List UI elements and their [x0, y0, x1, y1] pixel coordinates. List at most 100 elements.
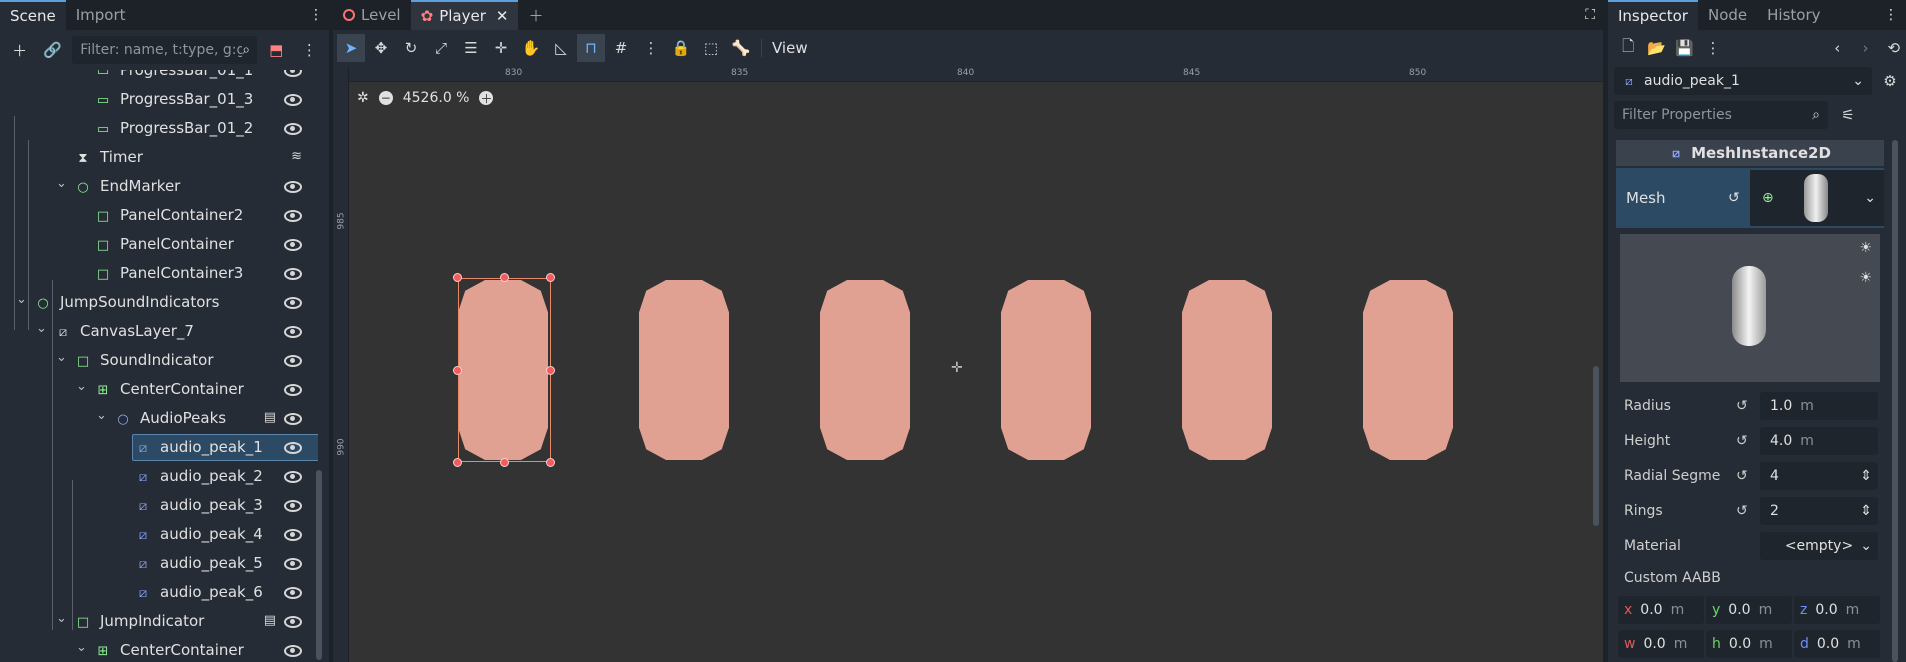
tree-item[interactable]: ▭ ProgressBar_01_2 [0, 114, 318, 143]
radial-segments-field[interactable]: 4 ⇕ [1760, 462, 1878, 490]
visibility-eye-icon[interactable] [284, 644, 302, 657]
tree-item[interactable]: ⧄ audio_peak_6 [0, 578, 318, 607]
dock-menu-icon[interactable]: ⋮ [1876, 0, 1906, 30]
tree-item[interactable]: □ PanelContainer [0, 230, 318, 259]
spinner-icon[interactable]: ⇕ [1860, 503, 1872, 519]
visibility-eye-icon[interactable] [284, 557, 302, 570]
script-icon[interactable]: ▤ [264, 410, 276, 425]
center-view-icon[interactable]: ✲ [357, 90, 369, 106]
visibility-eye-icon[interactable] [284, 267, 302, 280]
visibility-eye-icon[interactable] [284, 93, 302, 106]
open-resource-icon[interactable]: 📂 [1644, 34, 1668, 62]
selection-handle[interactable] [453, 273, 462, 282]
rings-field[interactable]: 2 ⇕ [1760, 497, 1878, 525]
revert-icon[interactable]: ↺ [1736, 468, 1748, 484]
selection-handle[interactable] [500, 273, 509, 282]
inspector-scrollbar[interactable] [1892, 140, 1898, 662]
visibility-eye-icon[interactable] [284, 470, 302, 483]
rotate-tool-icon[interactable]: ↻ [397, 34, 425, 62]
tab-player[interactable]: ✿ Player ✕ [410, 0, 519, 30]
tree-item[interactable]: □ PanelContainer3 [0, 259, 318, 288]
revert-icon[interactable]: ↺ [1728, 190, 1740, 206]
tree-item[interactable]: ⧄ audio_peak_5 [0, 549, 318, 578]
light-toggle-icon[interactable]: ☀ [1859, 240, 1872, 256]
distraction-free-icon[interactable]: ⛶ [1585, 0, 1603, 30]
tree-scrollbar[interactable] [316, 470, 322, 660]
audio-peak-shape-5[interactable] [1182, 280, 1272, 460]
filter-properties-input[interactable]: Filter Properties ⌕ [1614, 101, 1828, 129]
expand-chevron-icon[interactable]: ⌄ [76, 640, 87, 655]
resource-menu-icon[interactable]: ⋮ [1701, 34, 1725, 62]
audio-peak-shape-4[interactable] [1001, 280, 1091, 460]
radius-field[interactable]: 1.0 m [1760, 392, 1878, 420]
history-forward-icon[interactable]: › [1853, 34, 1877, 62]
aabb-z-field[interactable]: z 0.0 m [1794, 596, 1880, 624]
script-add-icon[interactable]: ⬒ [263, 36, 290, 64]
audio-peak-shape-2[interactable] [639, 280, 729, 460]
ruler-tool-icon[interactable]: ◺ [547, 34, 575, 62]
history-back-icon[interactable]: ‹ [1825, 34, 1849, 62]
grid-snap-icon[interactable]: # [607, 34, 635, 62]
signal-icon[interactable]: ≋ [291, 149, 302, 164]
spinner-icon[interactable]: ⇕ [1860, 468, 1872, 484]
scene-filter-input[interactable]: Filter: name, t:type, g:gr ⌕ [72, 36, 257, 64]
tree-item[interactable]: ⌄ □ SoundIndicator [0, 346, 318, 375]
list-select-icon[interactable]: ☰ [457, 34, 485, 62]
scene-menu-icon[interactable]: ⋮ [296, 36, 323, 64]
visibility-eye-icon[interactable] [284, 238, 302, 251]
visibility-eye-icon[interactable] [284, 412, 302, 425]
tree-item[interactable]: ⧗ Timer ≋ [0, 143, 318, 172]
aabb-h-field[interactable]: h 0.0 m [1706, 630, 1792, 658]
visibility-eye-icon[interactable] [284, 180, 302, 193]
tree-item[interactable]: ⌄ ⊞ CenterContainer [0, 375, 318, 404]
script-icon[interactable]: ▤ [264, 613, 276, 628]
tree-item[interactable]: ⌄ □ JumpIndicator ▤ [0, 607, 318, 636]
snap-options-icon[interactable]: ⋮ [637, 34, 665, 62]
height-field[interactable]: 4.0 m [1760, 427, 1878, 455]
node-settings-icon[interactable]: ⚙ [1876, 67, 1904, 95]
aabb-d-field[interactable]: d 0.0 m [1794, 630, 1880, 658]
tab-level[interactable]: Level [333, 0, 411, 30]
aabb-x-field[interactable]: x 0.0 m [1618, 596, 1704, 624]
tree-item[interactable]: ⧄ audio_peak_4 [0, 520, 318, 549]
add-node-icon[interactable]: ＋ [6, 36, 33, 64]
save-resource-icon[interactable]: 💾 [1673, 34, 1697, 62]
close-tab-icon[interactable]: ✕ [496, 7, 509, 25]
tree-item[interactable]: ⌄ ⊞ CenterContainer [0, 636, 318, 662]
move-tool-icon[interactable]: ✥ [367, 34, 395, 62]
tree-item[interactable]: □ PanelContainer2 [0, 201, 318, 230]
revert-icon[interactable]: ↺ [1736, 503, 1748, 519]
selection-handle[interactable] [546, 458, 555, 467]
visibility-eye-icon[interactable] [284, 325, 302, 338]
zoom-level[interactable]: 4526.0 % [403, 90, 470, 106]
pivot-tool-icon[interactable]: ✛ [487, 34, 515, 62]
expand-chevron-icon[interactable]: ⌄ [56, 611, 67, 626]
aabb-y-field[interactable]: y 0.0 m [1706, 596, 1792, 624]
selection-handle[interactable] [546, 273, 555, 282]
material-field[interactable]: <empty> ⌄ [1760, 532, 1878, 560]
expand-chevron-icon[interactable]: ⌄ [56, 176, 67, 191]
visibility-eye-icon[interactable] [284, 441, 302, 454]
expand-chevron-icon[interactable]: ⌄ [36, 321, 47, 336]
revert-icon[interactable]: ↺ [1736, 398, 1748, 414]
expand-chevron-icon[interactable]: ⌄ [16, 292, 27, 307]
visibility-eye-icon[interactable] [284, 586, 302, 599]
tab-inspector[interactable]: Inspector [1608, 0, 1698, 30]
expand-chevron-icon[interactable]: ⌄ [76, 379, 87, 394]
light-toggle-icon[interactable]: ☀ [1859, 270, 1872, 286]
new-resource-icon[interactable]: 🗋 [1616, 34, 1640, 62]
aabb-w-field[interactable]: w 0.0 m [1618, 630, 1704, 658]
mesh-resource-picker[interactable]: ⊕ ⌄ [1750, 170, 1884, 226]
selection-handle[interactable] [500, 458, 509, 467]
tree-item[interactable]: ⧄ audio_peak_3 [0, 491, 318, 520]
pan-tool-icon[interactable]: ✋ [517, 34, 545, 62]
filter-options-icon[interactable]: ⚟ [1834, 101, 1862, 129]
viewport-scrollbar[interactable] [1593, 366, 1599, 526]
selection-handle[interactable] [546, 366, 555, 375]
add-tab-button[interactable]: ＋ [518, 0, 553, 30]
visibility-eye-icon[interactable] [284, 122, 302, 135]
visibility-eye-icon[interactable] [284, 70, 302, 77]
visibility-eye-icon[interactable] [284, 615, 302, 628]
tree-item[interactable]: ⌄ ⧄ CanvasLayer_7 [0, 317, 318, 346]
skeleton-icon[interactable]: 🦴 [727, 34, 755, 62]
